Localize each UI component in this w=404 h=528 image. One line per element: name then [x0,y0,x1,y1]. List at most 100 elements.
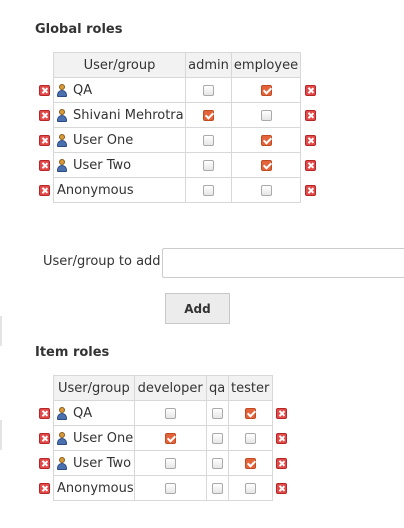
user-icon-body [57,89,67,97]
item-roles-table: User/group developer qa tester QA User On… [35,375,291,501]
permission-checkbox[interactable] [203,84,214,96]
user-icon-head [59,133,65,140]
delete-icon[interactable] [38,457,50,469]
add-button[interactable]: Add [165,293,230,324]
delete-cell [301,153,320,178]
permission-checkbox[interactable] [260,184,272,196]
permission-checkbox[interactable] [244,457,256,469]
user-icon [57,158,67,172]
user-name: QA [73,82,93,98]
user-name-cell: Shivani Mehrotra [53,102,186,128]
delete-icon[interactable] [276,407,288,419]
delete-icon[interactable] [304,109,316,121]
delete-cell [301,128,320,153]
user-name-cell: User One [53,127,186,153]
permission-checkbox[interactable] [260,84,272,96]
permission-checkbox[interactable] [203,134,214,146]
delete-icon[interactable] [38,184,50,196]
delete-icon[interactable] [38,84,50,96]
delete-icon[interactable] [38,482,50,494]
user-group-to-add-label: User/group to add [43,254,161,269]
user-icon [57,83,67,97]
user-icon [57,406,67,420]
permission-checkbox[interactable] [203,159,214,171]
permission-checkbox[interactable] [164,482,176,494]
delete-icon[interactable] [276,432,288,444]
delete-icon[interactable] [276,457,288,469]
delete-cell [301,103,320,128]
permission-checkbox[interactable] [164,432,176,444]
permission-checkbox[interactable] [211,482,223,494]
user-name-cell: QA [53,77,186,103]
column-header: admin [185,52,232,78]
user-name-cell: User One [53,425,135,451]
delete-cell [35,103,54,128]
delete-cell [272,426,291,451]
user-name: User Two [73,157,132,173]
delete-icon[interactable] [38,134,50,146]
delete-cell [35,426,54,451]
delete-icon[interactable] [304,134,316,146]
permission-checkbox[interactable] [260,109,272,121]
user-group-to-add-input[interactable] [162,248,404,278]
permission-checkbox[interactable] [211,407,223,419]
permission-cell [133,450,207,476]
user-icon-body [57,114,67,122]
permission-checkbox[interactable] [203,184,214,196]
table-row: Shivani Mehrotra [35,102,320,128]
delete-cell [272,451,291,476]
permission-cell [133,425,207,451]
delete-cell [301,78,320,103]
user-icon-head [59,456,65,463]
column-header: tester [227,375,273,401]
global-roles-table: User/group admin employee QA Shivani Mehr… [35,52,319,203]
permission-checkbox[interactable] [203,109,214,121]
delete-icon[interactable] [38,159,50,171]
column-header: User/group [53,52,186,78]
permission-cell [231,127,301,153]
column-header: qa [205,375,229,401]
permission-cell [205,425,229,451]
delete-cell [35,178,54,203]
delete-icon[interactable] [304,84,316,96]
delete-icon[interactable] [276,482,288,494]
permission-cell [185,127,232,153]
delete-icon[interactable] [304,159,316,171]
column-header: developer [133,375,207,401]
permission-checkbox[interactable] [164,407,176,419]
permission-cell [231,77,301,103]
user-icon-body [57,437,67,445]
user-icon-body [57,139,67,147]
permission-checkbox[interactable] [244,432,256,444]
delete-icon[interactable] [38,109,50,121]
permission-checkbox[interactable] [260,134,272,146]
permission-checkbox[interactable] [211,432,223,444]
delete-cell [35,78,54,103]
permission-checkbox[interactable] [244,407,256,419]
delete-icon[interactable] [38,432,50,444]
permission-checkbox[interactable] [211,457,223,469]
column-header: User/group [53,375,135,401]
table-row: Anonymous [35,177,319,203]
delete-icon[interactable] [304,184,316,196]
left-edge-marker [0,420,2,450]
permission-checkbox[interactable] [164,457,176,469]
permission-cell [185,77,232,103]
global-roles-heading: Global roles [35,22,123,37]
table-row: QA [35,77,320,103]
permission-checkbox[interactable] [260,159,272,171]
delete-cell [35,128,54,153]
user-icon [57,133,67,147]
user-name-cell: User Two [53,152,186,178]
table-row: User Two [35,450,291,476]
user-icon-head [59,406,65,413]
user-icon-head [59,83,65,90]
user-icon-body [57,462,67,470]
user-name: QA [73,405,93,421]
permission-checkbox[interactable] [244,482,256,494]
table-row: User One [35,425,291,451]
user-icon-head [59,108,65,115]
delete-cell [272,476,291,501]
delete-icon[interactable] [38,407,50,419]
user-name-cell: Anonymous [53,177,186,203]
